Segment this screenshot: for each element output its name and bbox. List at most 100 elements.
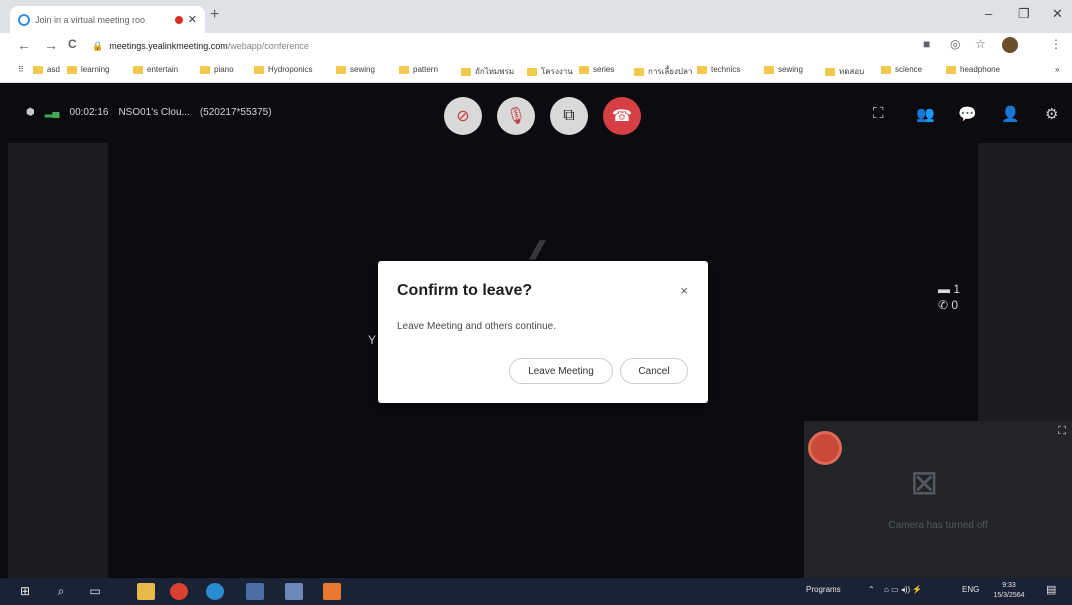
search-icon[interactable]: ⌕ — [52, 582, 70, 600]
bookmark-item[interactable]: science — [881, 65, 922, 74]
folder-icon — [579, 65, 589, 74]
windows-start-icon[interactable]: ⊞ — [16, 582, 34, 600]
notifications-icon[interactable]: ▤ — [1046, 583, 1056, 596]
bookmark-item[interactable]: entertain — [133, 65, 178, 74]
bookmark-item[interactable]: Hydroponics — [254, 65, 312, 74]
close-window-button[interactable]: ✕ — [1052, 6, 1063, 22]
browser-tab[interactable]: Join in a virtual meeting roo ✕ — [10, 6, 205, 33]
bookmark-item[interactable]: ถักไหมพรม — [461, 65, 514, 78]
meeting-app: ⬢ ▂▄ 00:02:16 NSO01's Clou... (520217*55… — [0, 83, 1072, 578]
back-button[interactable]: ← — [17, 37, 31, 53]
bookmark-label: โครงงาน — [541, 67, 573, 76]
reload-button[interactable]: C — [68, 37, 77, 51]
bookmark-label: entertain — [147, 65, 179, 74]
folder-icon — [33, 65, 43, 74]
bookmark-label: headphone — [960, 65, 1001, 74]
task-view-icon[interactable]: ▭ — [86, 582, 104, 600]
dialog-message: Leave Meeting and others continue. — [397, 321, 556, 332]
bookmark-label: piano — [214, 65, 234, 74]
address-bar-row: ← → C 🔒 meetings.yealinkmeeting.com/weba… — [0, 33, 1072, 59]
bookmark-item[interactable]: sewing — [764, 65, 803, 74]
url-input[interactable]: 🔒 meetings.yealinkmeeting.com/webapp/con… — [92, 37, 912, 55]
camera-in-use-icon[interactable]: ■ — [923, 37, 930, 51]
tray-chevron-icon[interactable]: ⌃ — [868, 585, 875, 594]
url-path: /webapp/conference — [227, 41, 309, 51]
folder-icon — [881, 65, 891, 74]
url-host: meetings.yealinkmeeting.com — [109, 41, 228, 51]
clock-time: 9:33 — [1002, 582, 1016, 589]
modal-overlay: Confirm to leave? × Leave Meeting and ot… — [0, 83, 1072, 578]
minimize-button[interactable]: – — [985, 6, 992, 21]
bookmark-label: sewing — [350, 65, 375, 74]
screen: Join in a virtual meeting roo ✕ + – ❐ ✕ … — [0, 0, 1072, 605]
profile-avatar[interactable] — [1002, 37, 1018, 53]
app-window-icon[interactable] — [246, 583, 264, 600]
bookmark-item[interactable]: sewing — [336, 65, 375, 74]
extension-icon[interactable]: ◎ — [950, 37, 960, 51]
language-indicator[interactable]: ENG — [962, 585, 979, 594]
bookmark-item[interactable]: ทดสอบ — [825, 65, 864, 78]
new-tab-button[interactable]: + — [210, 6, 219, 24]
bookmark-item[interactable]: technics — [697, 65, 740, 74]
folder-icon — [461, 67, 471, 76]
bookmarks-more-button[interactable]: » — [1055, 65, 1059, 74]
tray-icons[interactable]: ⌂ ▭ ◂)) ⚡ — [884, 585, 922, 594]
bookmark-item[interactable]: โครงงาน — [527, 65, 573, 78]
folder-icon — [67, 65, 77, 74]
bookmark-label: asd — [47, 65, 60, 74]
apps-icon[interactable]: ⠿ — [18, 65, 24, 74]
tab-close-icon[interactable]: ✕ — [188, 13, 197, 26]
cancel-button[interactable]: Cancel — [620, 358, 688, 384]
menu-dots-icon[interactable]: ⋮ — [1050, 37, 1062, 51]
bookmark-label: sewing — [778, 65, 803, 74]
lock-icon: 🔒 — [92, 40, 104, 51]
dialog-close-icon[interactable]: × — [680, 283, 688, 298]
folder-icon — [825, 67, 835, 76]
bookmarks-bar: ⠿ asd learning entertain piano Hydroponi… — [0, 59, 1072, 83]
bookmark-label: ถักไหมพรม — [475, 67, 515, 76]
confirm-leave-dialog: Confirm to leave? × Leave Meeting and ot… — [378, 261, 708, 403]
edge-icon[interactable] — [206, 583, 224, 600]
folder-icon — [336, 65, 346, 74]
folder-icon — [254, 65, 264, 74]
browser-tab-strip: Join in a virtual meeting roo ✕ + – ❐ ✕ — [0, 0, 1072, 33]
forward-button[interactable]: → — [44, 37, 58, 53]
folder-icon — [764, 65, 774, 74]
media-app-icon[interactable] — [323, 583, 341, 600]
file-explorer-icon[interactable] — [137, 583, 155, 600]
bookmark-label: series — [593, 65, 615, 74]
recording-dot-icon — [174, 15, 183, 24]
bookmark-item[interactable]: learning — [67, 65, 109, 74]
bookmark-label: learning — [81, 65, 110, 74]
taskbar-clock[interactable]: 9:33 15/3/2564 — [986, 581, 1032, 601]
tray-programs-label[interactable]: Programs — [806, 585, 841, 594]
bookmark-item[interactable]: pattern — [399, 65, 438, 74]
bookmark-item[interactable]: series — [579, 65, 614, 74]
restore-button[interactable]: ❐ — [1018, 6, 1030, 22]
bookmark-item[interactable]: piano — [200, 65, 234, 74]
bookmark-item[interactable]: asd — [33, 65, 60, 74]
bookmark-label: Hydroponics — [268, 65, 313, 74]
tab-title: Join in a virtual meeting roo — [35, 14, 146, 25]
yealink-favicon-icon — [18, 13, 30, 26]
folder-icon — [527, 67, 537, 76]
folder-icon — [697, 65, 707, 74]
dialog-title: Confirm to leave? — [397, 282, 533, 299]
windows-taskbar: ⊞ ⌕ ▭ Programs ⌃ ⌂ ▭ ◂)) ⚡ ENG 9:33 15/3… — [0, 578, 1072, 605]
bookmark-label: ทดสอบ — [839, 67, 865, 76]
folder-icon — [399, 65, 409, 74]
store-icon[interactable] — [285, 583, 303, 600]
bookmark-item[interactable]: การเลี้ยงปลา — [634, 65, 692, 78]
bookmark-label: pattern — [413, 65, 438, 74]
bookmark-label: science — [895, 65, 923, 74]
clock-date: 15/3/2564 — [993, 592, 1025, 599]
chrome-icon[interactable] — [170, 583, 188, 600]
folder-icon — [634, 67, 644, 76]
folder-icon — [946, 65, 956, 74]
folder-icon — [200, 65, 210, 74]
bookmark-star-icon[interactable]: ☆ — [975, 37, 986, 51]
bookmark-item[interactable]: headphone — [946, 65, 1000, 74]
leave-meeting-button[interactable]: Leave Meeting — [509, 358, 613, 384]
bookmark-label: การเลี้ยงปลา — [648, 67, 693, 76]
folder-icon — [133, 65, 143, 74]
